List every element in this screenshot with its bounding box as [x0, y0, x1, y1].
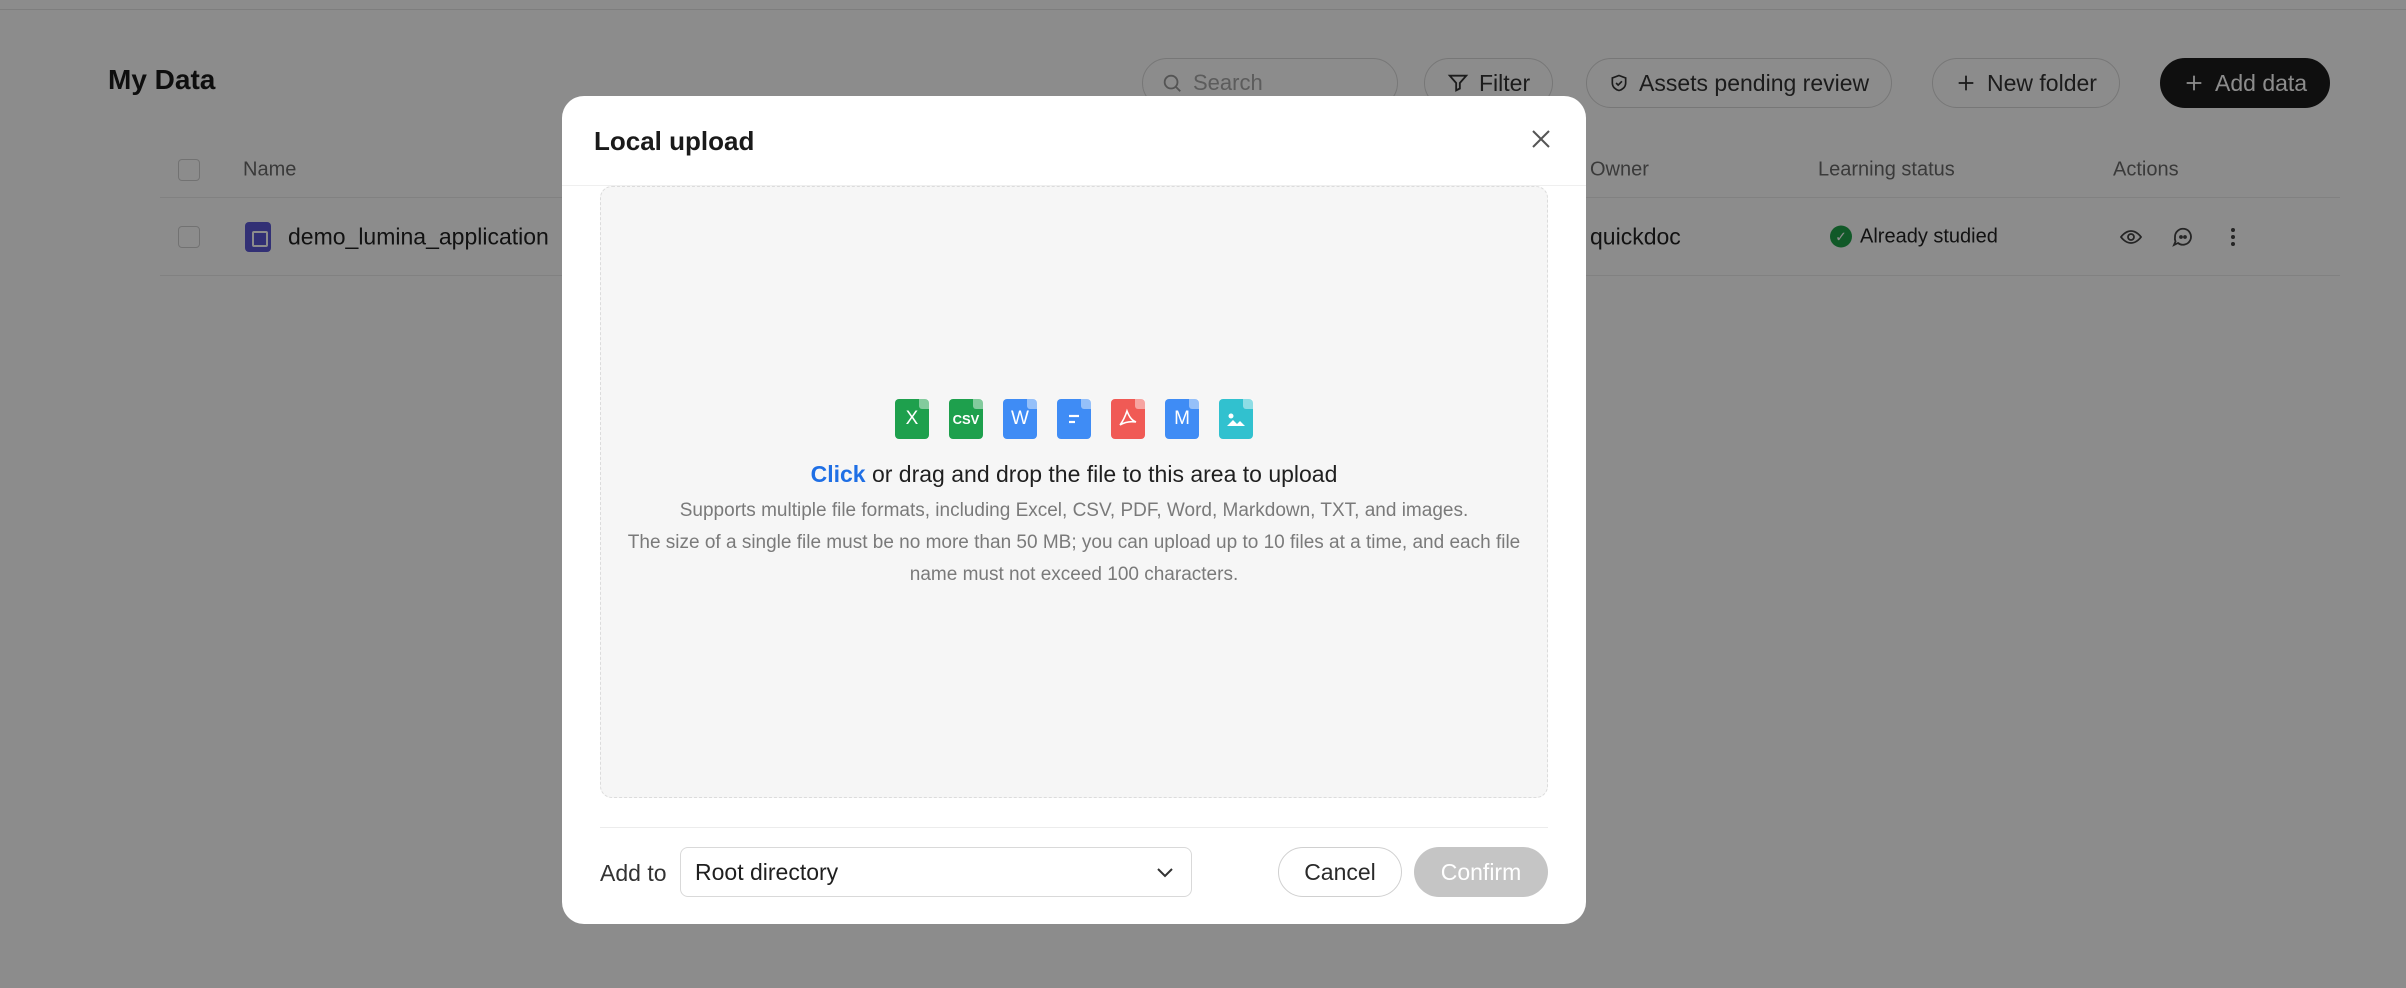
markdown-icon: M [1165, 399, 1199, 439]
dialog-header: Local upload [562, 96, 1586, 186]
local-upload-dialog: Local upload X CSV W M Click or drag and… [562, 96, 1586, 924]
close-icon [1532, 130, 1550, 148]
destination-select[interactable]: Root directory [680, 847, 1192, 897]
format-icons: X CSV W M [601, 399, 1547, 439]
formats-note: Supports multiple file formats, includin… [679, 500, 1469, 521]
close-button[interactable] [1526, 124, 1556, 154]
upload-dropzone[interactable]: X CSV W M Click or drag and drop the fil… [600, 186, 1548, 798]
footer-divider [600, 827, 1548, 828]
confirm-button[interactable]: Confirm [1414, 847, 1548, 897]
click-to-upload-link[interactable]: Click [811, 461, 866, 487]
excel-icon: X [895, 399, 929, 439]
upload-instruction-text: or drag and drop the file to this area t… [865, 461, 1338, 487]
size-note-line-2: name must not exceed 100 characters. [909, 564, 1239, 585]
dialog-title: Local upload [594, 126, 755, 156]
csv-icon: CSV [949, 399, 983, 439]
add-to-label: Add to [600, 860, 667, 886]
cancel-button[interactable]: Cancel [1278, 847, 1402, 897]
chevron-down-icon [1157, 868, 1173, 878]
size-note-line-1: The size of a single file must be no mor… [627, 532, 1521, 553]
word-icon: W [1003, 399, 1037, 439]
pdf-icon [1111, 399, 1145, 439]
image-icon [1219, 399, 1253, 439]
upload-instruction: Click or drag and drop the file to this … [601, 461, 1547, 488]
destination-value: Root directory [695, 858, 839, 885]
txt-icon [1057, 399, 1091, 439]
